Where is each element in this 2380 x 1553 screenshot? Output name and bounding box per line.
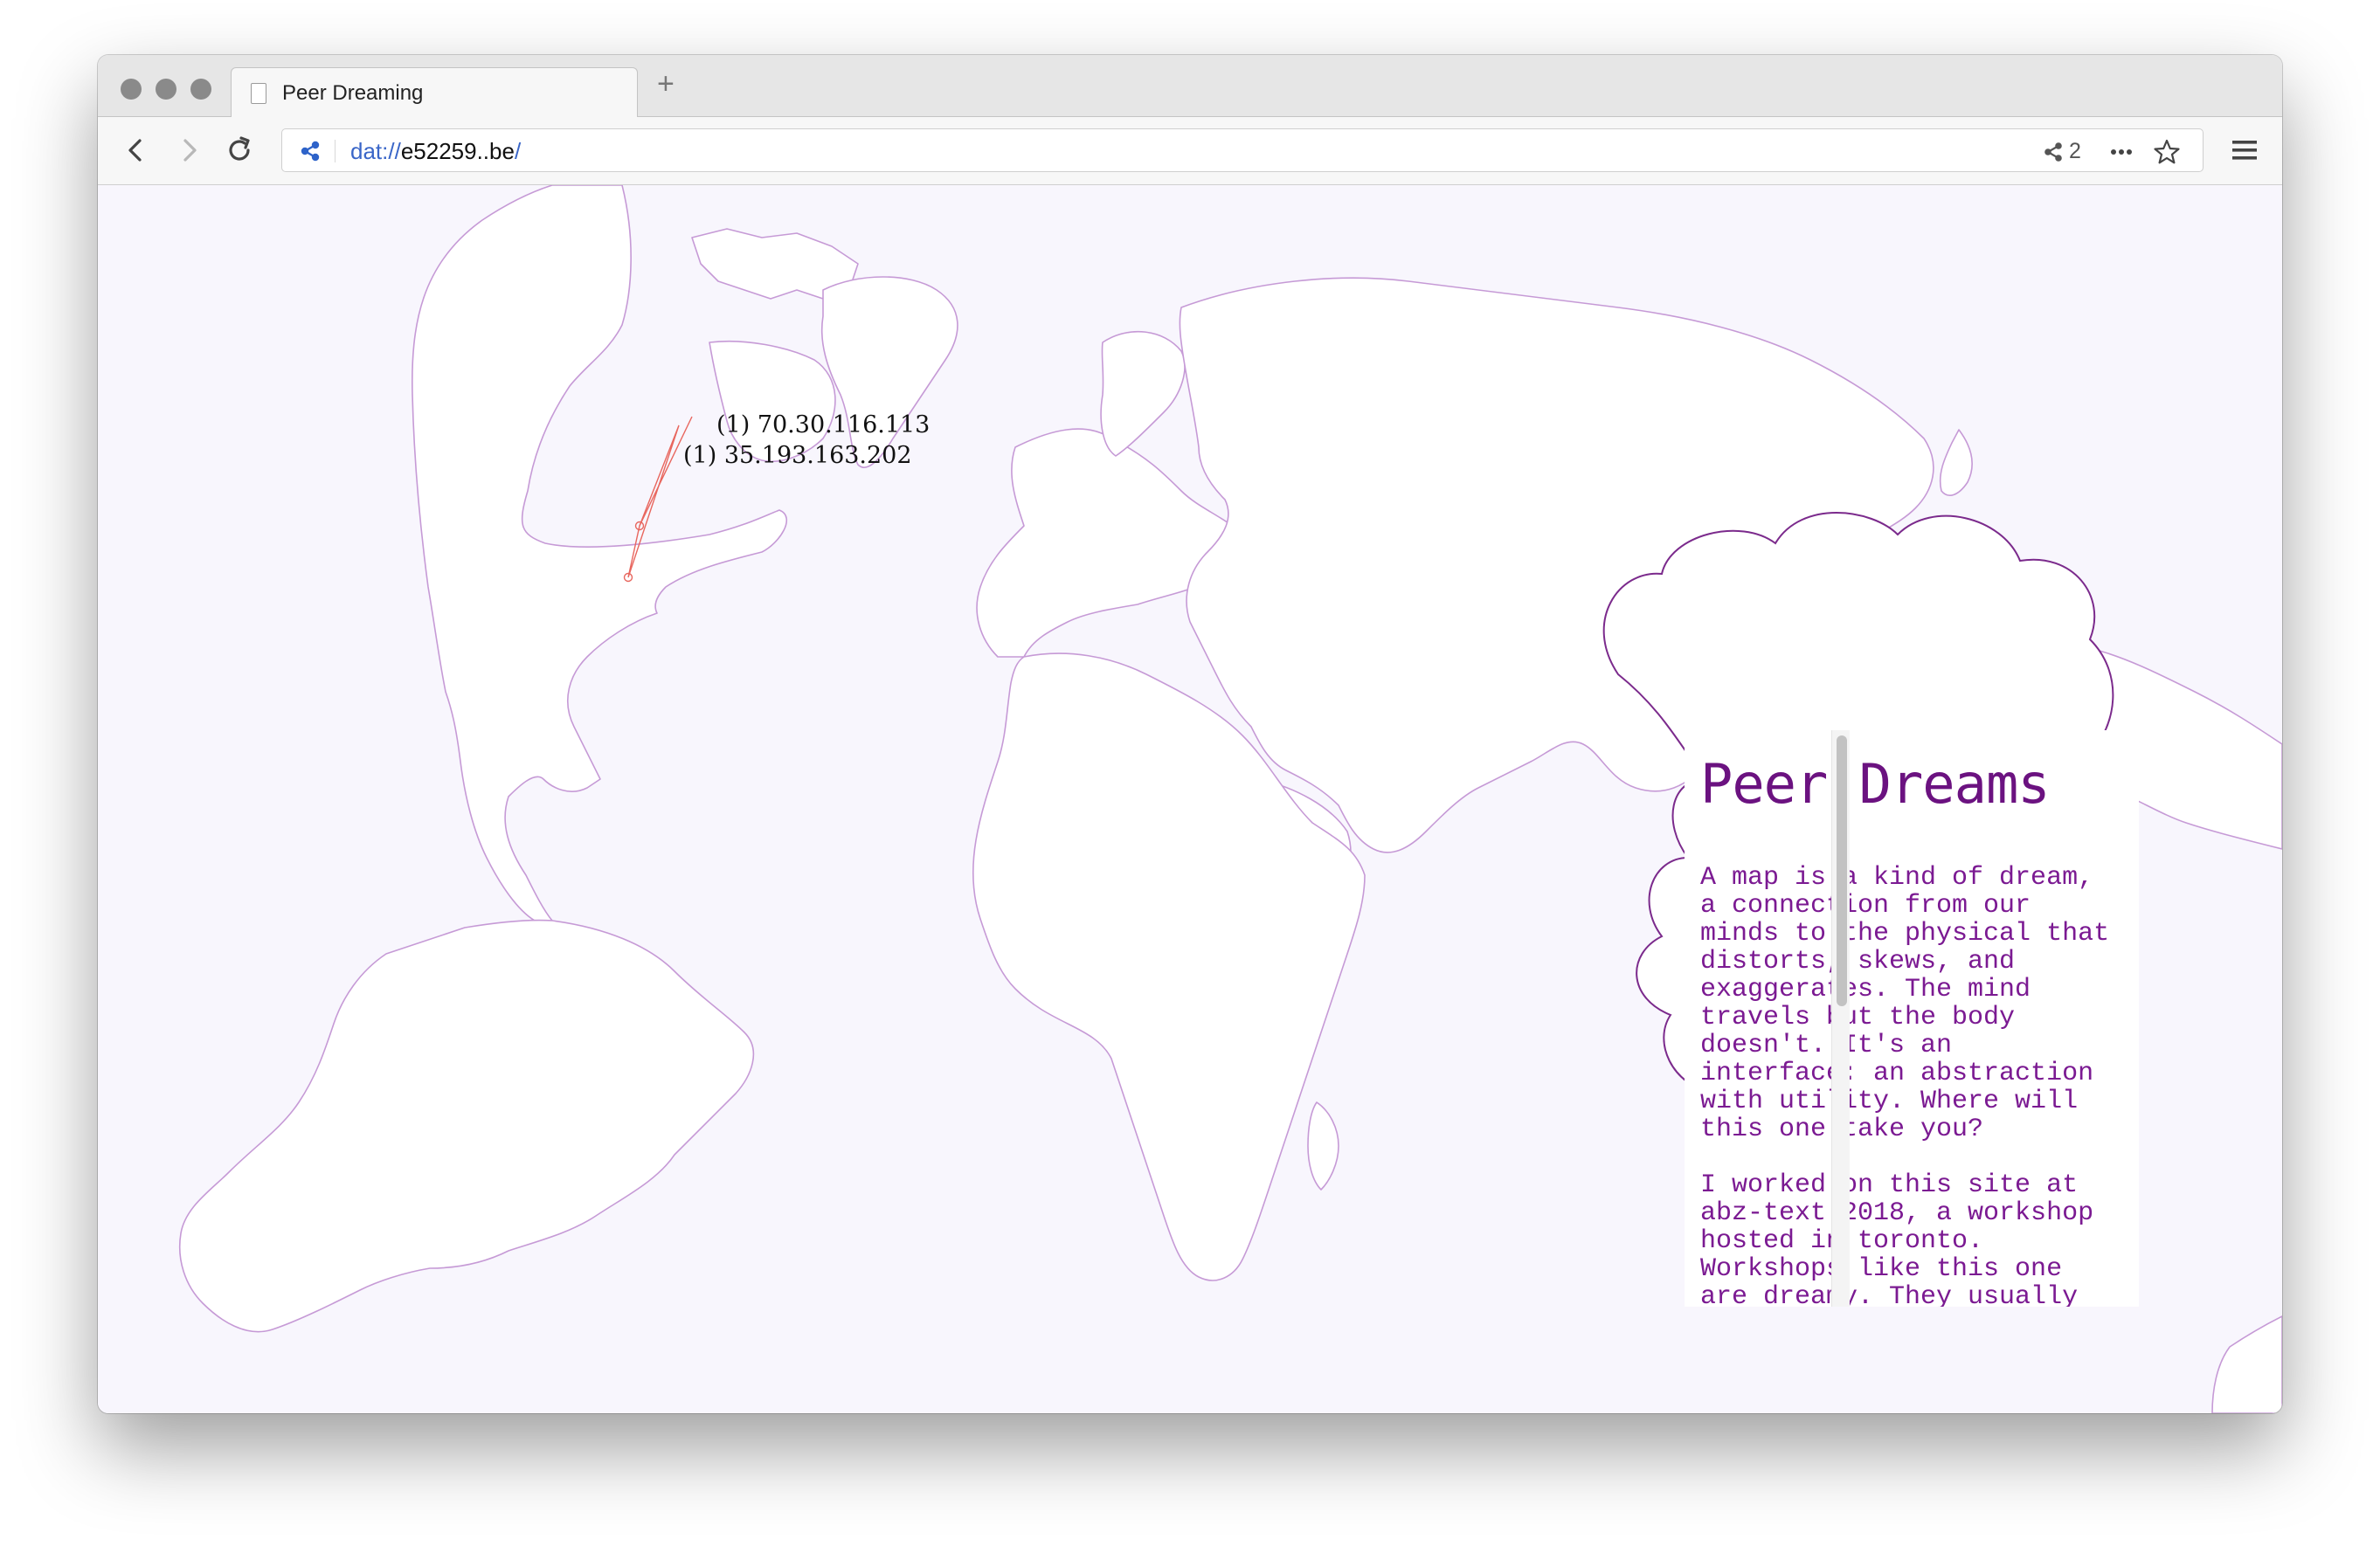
title-bar: Peer Dreaming + <box>98 55 2282 117</box>
more-icon[interactable] <box>2108 140 2134 164</box>
new-tab-button[interactable]: + <box>657 69 675 99</box>
back-icon <box>128 139 142 162</box>
url-scheme: dat: <box>350 138 389 164</box>
url-text[interactable]: dat://e52259..be/ <box>350 138 521 165</box>
panel-scroll-area[interactable]: Peer Dreams A map is a kind of dream, a … <box>1685 730 2121 1307</box>
scrollbar-thumb[interactable] <box>1837 735 1847 1006</box>
forward-icon <box>183 139 197 162</box>
tab-peer-dreaming[interactable]: Peer Dreaming <box>231 67 638 117</box>
panel-paragraph: I worked on this site at abz-text 2018, … <box>1700 1170 2094 1307</box>
reload-icon <box>229 136 250 161</box>
address-separator <box>335 140 336 162</box>
tab-title: Peer Dreaming <box>282 81 424 105</box>
panel-scrollbar[interactable] <box>1831 730 1850 1307</box>
menu-icon[interactable] <box>2230 135 2259 165</box>
browser-window: Peer Dreaming + dat://e52259..be/ 2 (1) … <box>98 55 2282 1413</box>
minimize-window-button[interactable] <box>156 79 176 100</box>
peers-icon[interactable] <box>2041 140 2065 164</box>
panel-title: Peer Dreams <box>1700 752 2051 816</box>
peer-count: 2 <box>2069 139 2081 163</box>
reload-button[interactable] <box>222 133 257 168</box>
back-button[interactable] <box>119 133 154 168</box>
zoom-window-button[interactable] <box>190 79 211 100</box>
url-slashes: // <box>388 138 401 164</box>
navigation-toolbar: dat://e52259..be/ 2 <box>98 117 2282 185</box>
url-host: e52259..be <box>400 138 515 164</box>
page-content: (1) 70.30.116.113 (1) 35.193.163.202 Pee… <box>98 185 2282 1413</box>
share-icon[interactable] <box>298 139 322 163</box>
page-icon <box>251 83 266 104</box>
star-icon[interactable] <box>2152 137 2182 167</box>
url-trailing: / <box>514 138 522 164</box>
info-panel: Peer Dreams A map is a kind of dream, a … <box>1685 730 2139 1307</box>
address-bar[interactable]: dat://e52259..be/ 2 <box>281 128 2204 172</box>
panel-paragraph: A map is a kind of dream, a connection f… <box>1700 863 2110 1145</box>
forward-button[interactable] <box>171 133 206 168</box>
close-window-button[interactable] <box>121 79 142 100</box>
